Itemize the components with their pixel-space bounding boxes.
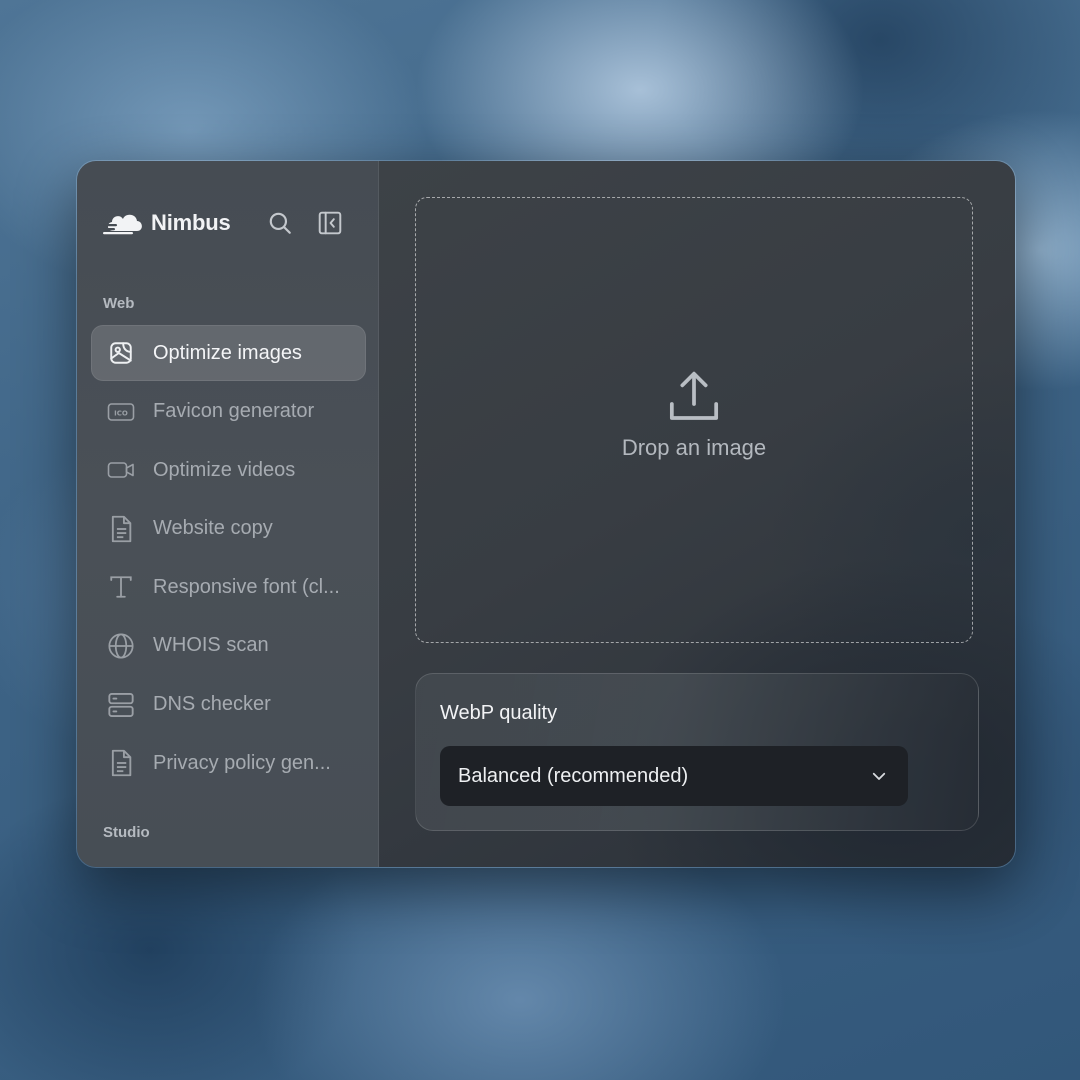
sidebar-item-label: Responsive font (cl... xyxy=(153,575,340,598)
sidebar-nav: Optimize images ICO Favicon generator Op… xyxy=(91,325,366,794)
image-dropzone[interactable]: Drop an image xyxy=(415,197,973,643)
sidebar-item-website-copy[interactable]: Website copy xyxy=(91,501,366,557)
video-camera-icon xyxy=(107,456,135,484)
sidebar-item-label: Privacy policy gen... xyxy=(153,751,331,774)
select-value: Balanced (recommended) xyxy=(458,764,689,787)
image-icon xyxy=(107,339,135,367)
sidebar-item-label: Optimize videos xyxy=(153,458,296,481)
sidebar-item-responsive-font[interactable]: Responsive font (cl... xyxy=(91,559,366,615)
sidebar-item-label: WHOIS scan xyxy=(153,634,269,657)
collapse-sidebar-icon[interactable] xyxy=(316,209,344,237)
webp-quality-select[interactable]: Balanced (recommended) xyxy=(440,746,908,806)
svg-text:ICO: ICO xyxy=(114,409,128,417)
upload-icon xyxy=(666,369,722,425)
sidebar-item-optimize-images[interactable]: Optimize images xyxy=(91,325,366,381)
sidebar-item-dns-checker[interactable]: DNS checker xyxy=(91,677,366,733)
ico-file-icon: ICO xyxy=(107,398,135,426)
document-icon xyxy=(107,515,135,543)
sidebar-item-label: DNS checker xyxy=(153,693,271,716)
sidebar-item-optimize-videos[interactable]: Optimize videos xyxy=(91,442,366,498)
chevron-down-icon xyxy=(870,766,890,786)
server-icon xyxy=(107,691,135,719)
sidebar-item-privacy-policy[interactable]: Privacy policy gen... xyxy=(91,735,366,791)
dropzone-label: Drop an image xyxy=(621,435,767,460)
section-label-web: Web xyxy=(103,295,135,312)
brand-name: Nimbus xyxy=(151,210,231,235)
section-label-studio: Studio xyxy=(103,824,150,841)
app-window: Nimbus Web Optimize images ICO Favicon g… xyxy=(76,160,1016,868)
globe-icon xyxy=(107,632,135,660)
webp-quality-card: WebP quality Balanced (recommended) xyxy=(415,673,979,831)
brand-header: Nimbus xyxy=(103,205,358,241)
sidebar-item-label: Optimize images xyxy=(153,341,302,364)
sidebar-item-favicon-generator[interactable]: ICO Favicon generator xyxy=(91,384,366,440)
sidebar-item-whois-scan[interactable]: WHOIS scan xyxy=(91,618,366,674)
text-type-icon xyxy=(107,573,135,601)
document-icon xyxy=(107,749,135,777)
sidebar: Nimbus Web Optimize images ICO Favicon g… xyxy=(77,161,379,867)
main-panel: Drop an image WebP quality Balanced (rec… xyxy=(379,161,1015,867)
search-icon[interactable] xyxy=(266,209,294,237)
webp-quality-title: WebP quality xyxy=(440,702,558,724)
sidebar-item-label: Favicon generator xyxy=(153,400,315,423)
cloud-logo-icon xyxy=(103,209,147,237)
sidebar-item-label: Website copy xyxy=(153,517,273,540)
